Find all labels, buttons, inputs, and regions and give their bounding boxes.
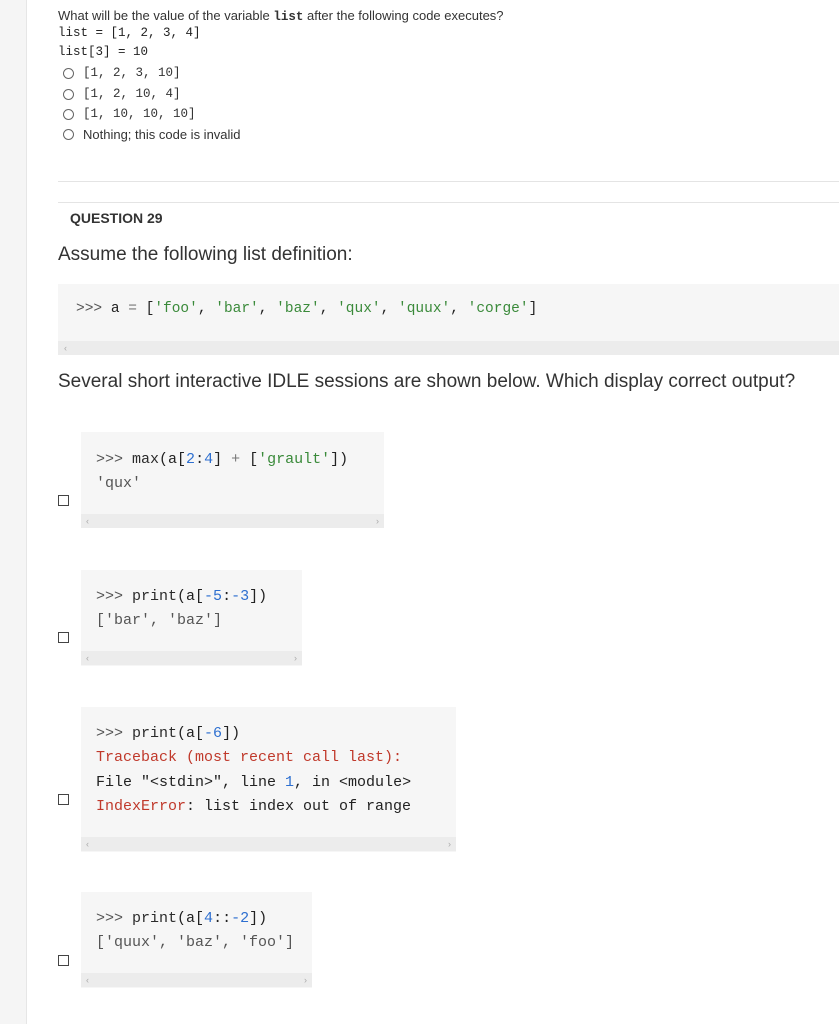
chevron-right-icon[interactable]: › [376, 515, 379, 527]
radio-button[interactable] [63, 108, 74, 120]
answer-checkbox-1[interactable] [58, 495, 69, 506]
session-3-scrollbar[interactable]: ‹ › [81, 837, 456, 851]
session-3-error: IndexError: list index out of range [96, 798, 412, 815]
session-4-output: ['quux', 'baz', 'foo'] [96, 934, 295, 951]
divider [58, 202, 839, 203]
chevron-right-icon[interactable]: › [448, 838, 451, 850]
session-1-input: >>> max(a[2:4] + ['grault']) [96, 451, 349, 468]
session-3-input: >>> print(a[-6]) [96, 725, 241, 742]
chevron-right-icon[interactable]: › [304, 974, 307, 986]
left-gutter [0, 0, 27, 1024]
radio-button[interactable] [63, 128, 74, 140]
question-intro: Assume the following list definition: [58, 244, 353, 265]
q28-option-4-label: Nothing; this code is invalid [83, 126, 241, 142]
radio-button[interactable] [63, 88, 74, 100]
answer-checkbox-4[interactable] [58, 955, 69, 966]
q28-prompt-code: list [273, 10, 304, 24]
q28-code-line-1: list = [1, 2, 3, 4] [58, 26, 201, 40]
q28-option-1[interactable]: [1, 2, 3, 10] [63, 64, 181, 82]
chevron-left-icon[interactable]: ‹ [86, 838, 89, 850]
q28-prompt: What will be the value of the variable l… [58, 8, 504, 24]
session-1-output: 'qux' [96, 475, 142, 492]
q28-option-3[interactable]: [1, 10, 10, 10] [63, 105, 196, 123]
session-2-input: >>> print(a[-5:-3]) [96, 588, 268, 605]
session-2-output: ['bar', 'baz'] [96, 612, 223, 629]
divider [58, 181, 839, 182]
horizontal-scrollbar[interactable]: ‹ [58, 341, 839, 355]
chevron-left-icon[interactable]: ‹ [64, 342, 67, 354]
session-4-input: >>> print(a[4::-2]) [96, 910, 268, 927]
chevron-left-icon[interactable]: ‹ [86, 652, 89, 664]
chevron-right-icon[interactable]: › [294, 652, 297, 664]
chevron-left-icon[interactable]: ‹ [86, 974, 89, 986]
answer-checkbox-3[interactable] [58, 794, 69, 805]
session-2-scrollbar[interactable]: ‹ › [81, 651, 302, 665]
q28-option-1-label: [1, 2, 3, 10] [83, 66, 181, 80]
list-definition-code: >>> a = ['foo', 'bar', 'baz', 'qux', 'qu… [76, 301, 538, 317]
question-header: QUESTION 29 [70, 210, 163, 226]
session-4-scrollbar[interactable]: ‹ › [81, 973, 312, 987]
question-text: Several short interactive IDLE sessions … [58, 371, 796, 392]
q28-option-2[interactable]: [1, 2, 10, 4] [63, 85, 181, 103]
radio-button[interactable] [63, 67, 74, 79]
session-3-traceback-title: Traceback (most recent call last): [96, 749, 403, 766]
q28-code-line-2: list[3] = 10 [58, 45, 149, 59]
q28-option-3-label: [1, 10, 10, 10] [83, 107, 196, 121]
session-1-scrollbar[interactable]: ‹ › [81, 514, 384, 528]
q28-option-2-label: [1, 2, 10, 4] [83, 87, 181, 101]
session-3-traceback-file: File "<stdin>", line 1, in <module> [96, 774, 412, 791]
chevron-left-icon[interactable]: ‹ [86, 515, 89, 527]
answer-checkbox-2[interactable] [58, 632, 69, 643]
q28-option-4[interactable]: Nothing; this code is invalid [63, 125, 241, 143]
